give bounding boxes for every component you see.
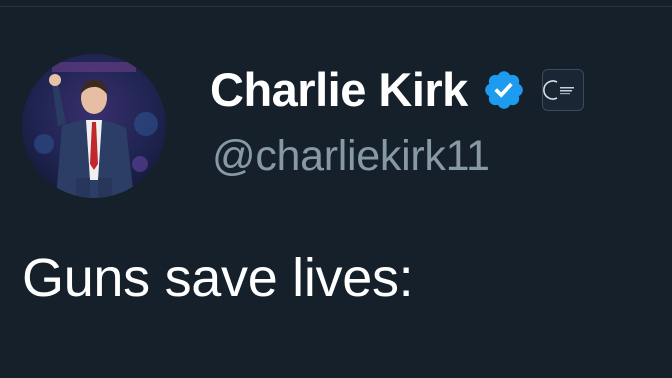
verified-badge-icon[interactable] xyxy=(482,68,526,112)
tweet-text: Guns save lives: xyxy=(22,248,414,308)
profile-photo-icon xyxy=(22,54,166,198)
author-handle[interactable]: @charliekirk11 xyxy=(212,128,490,184)
divider xyxy=(0,6,672,7)
affiliate-logo-icon[interactable] xyxy=(541,69,584,111)
tweet-card: Charlie Kirk @charliekirk11 Guns save li… xyxy=(0,0,672,378)
avatar[interactable] xyxy=(22,54,166,198)
author-display-name[interactable]: Charlie Kirk xyxy=(210,60,468,120)
author-row: Charlie Kirk xyxy=(210,60,584,120)
